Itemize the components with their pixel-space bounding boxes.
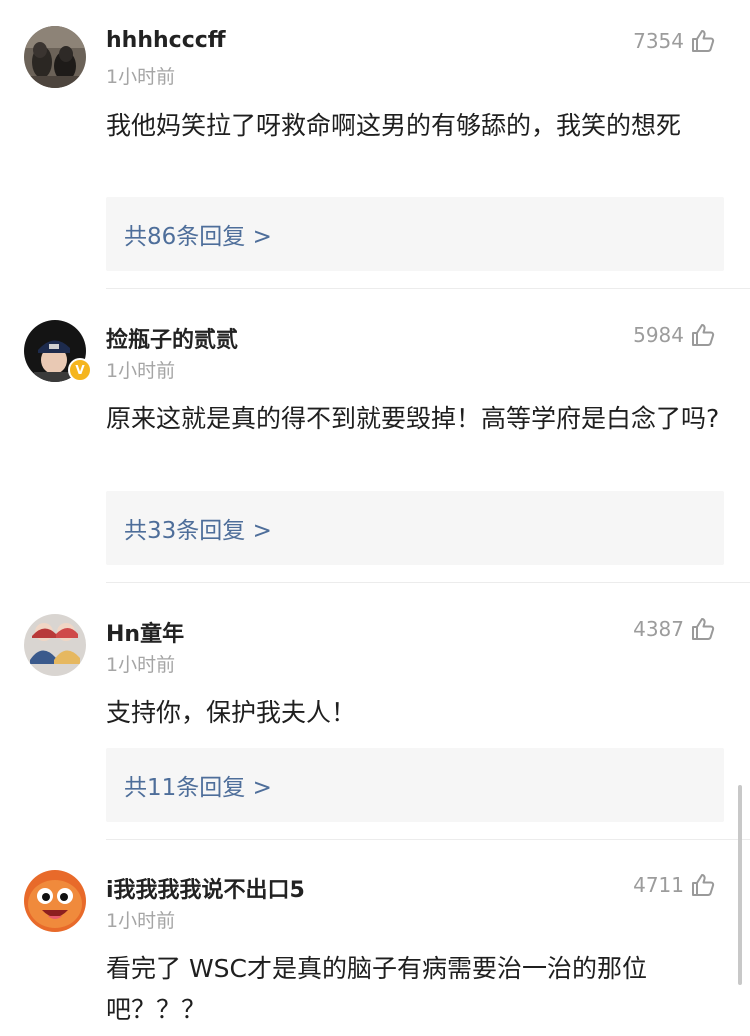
replies-count-link[interactable]: 共33条回复 > — [124, 511, 272, 545]
replies-count-link[interactable]: 共86条回复 > — [124, 217, 272, 251]
like-button[interactable]: 4387 — [633, 616, 716, 642]
timestamp: 1小时前 — [106, 360, 176, 382]
view-replies-button[interactable]: 共11条回复 > — [106, 748, 724, 822]
view-replies-button[interactable]: 共86条回复 > — [106, 197, 724, 271]
like-button[interactable]: 5984 — [633, 322, 716, 348]
thumbs-up-icon — [690, 322, 716, 348]
avatar-caps-image — [24, 614, 86, 676]
like-count: 4387 — [633, 617, 684, 641]
username[interactable]: i我我我我说不出口5 — [106, 872, 305, 904]
view-replies-button[interactable]: 共33条回复 > — [106, 491, 724, 565]
timestamp: 1小时前 — [106, 66, 176, 88]
like-count: 5984 — [633, 323, 684, 347]
username[interactable]: hhhhcccff — [106, 28, 226, 53]
avatar[interactable] — [24, 870, 86, 932]
username[interactable]: Hn童年 — [106, 616, 184, 648]
thumbs-up-icon — [690, 616, 716, 642]
comment-text: 支持你，保护我夫人！ — [106, 698, 357, 727]
comment-text: 看完了 WSC才是真的脑子有病需要治一治的那位吧？？？ — [106, 954, 647, 1024]
comment-text: 我他妈笑拉了呀救命啊这男的有够舔的，我笑的想死 — [106, 111, 682, 140]
divider — [106, 582, 750, 583]
timestamp: 1小时前 — [106, 654, 176, 676]
comment-text: 原来这就是真的得不到就要毁掉！高等学府是白念了吗? — [106, 404, 720, 433]
like-button[interactable]: 7354 — [633, 28, 716, 54]
username[interactable]: 捡瓶子的贰贰 — [106, 322, 238, 354]
like-button[interactable]: 4711 — [633, 872, 716, 898]
verified-badge-icon: V — [68, 358, 92, 382]
thumbs-up-icon — [690, 28, 716, 54]
scrollbar[interactable] — [738, 785, 742, 985]
timestamp: 1小时前 — [106, 910, 176, 932]
avatar-cartoon-image — [24, 870, 86, 932]
avatar[interactable] — [24, 614, 86, 676]
thumbs-up-icon — [690, 872, 716, 898]
divider — [106, 839, 750, 840]
like-count: 7354 — [633, 29, 684, 53]
like-count: 4711 — [633, 873, 684, 897]
avatar[interactable] — [24, 26, 86, 88]
avatar-dogs-image — [24, 26, 86, 88]
divider — [106, 288, 750, 289]
replies-count-link[interactable]: 共11条回复 > — [124, 768, 272, 802]
